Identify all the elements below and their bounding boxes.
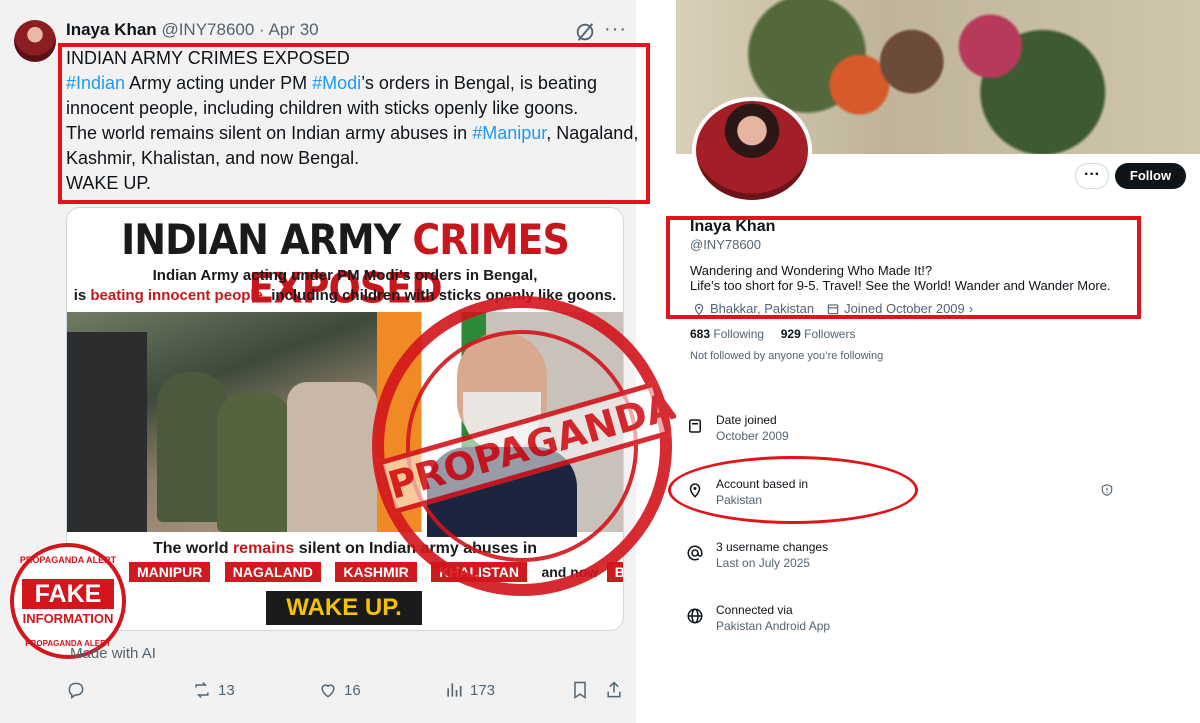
heart-icon	[321, 684, 335, 698]
globe-icon	[687, 608, 703, 624]
following-count: 683	[690, 327, 711, 341]
tweet-line-2: #Indian Army acting under PM #Modi’s ord…	[66, 73, 597, 94]
share-button[interactable]	[604, 680, 624, 700]
propaganda-stamp: PROPAGANDA	[372, 296, 681, 596]
tweet-line-3: innocent people, including children with…	[66, 98, 579, 118]
followers-label: Followers	[804, 327, 856, 341]
tweet-text-segment: ’s orders in Bengal, is beating	[361, 73, 597, 93]
tweet-text-segment: The world remains silent on Indian army …	[66, 123, 473, 143]
media-text-red: beating innocent people,	[90, 287, 268, 304]
media-subtitle-1: Indian Army acting under PM Modi’s order…	[152, 267, 538, 284]
follow-button[interactable]: Follow	[1115, 163, 1186, 189]
tweet-line-5: Kashmir, Khalistan, and now Bengal.	[66, 148, 360, 168]
grok-icon[interactable]	[574, 21, 596, 43]
about-label: Connected via	[716, 603, 793, 617]
followers-link[interactable]: 929 Followers	[781, 327, 856, 341]
tweet-author-handle[interactable]: @INY78600	[161, 20, 254, 39]
about-label: 3 username changes	[716, 540, 829, 554]
profile-name: Inaya Khan	[690, 218, 776, 235]
chevron-right-icon[interactable]: ›	[969, 301, 973, 316]
tweet-line-6: WAKE UP.	[66, 173, 152, 193]
following-label: Following	[713, 327, 765, 341]
media-text-red: remains	[232, 540, 295, 557]
tweet-text-segment: , Nagaland,	[546, 123, 639, 143]
tweet-author-name[interactable]: Inaya Khan	[66, 20, 157, 39]
follow-counts: 683 Following 929 Followers	[690, 327, 855, 341]
profile-bio-line-2: Life’s too short for 9-5. Travel! See th…	[690, 278, 1111, 293]
about-value: Pakistan Android App	[716, 619, 831, 633]
about-label: Date joined	[716, 413, 777, 427]
header-separator: ·	[259, 20, 265, 39]
following-link[interactable]: 683 Following	[690, 327, 764, 341]
profile-more-button[interactable]: ···	[1075, 163, 1109, 189]
retweet-button[interactable]: 13	[192, 680, 235, 700]
media-text-segment: The world	[152, 540, 233, 557]
about-value: Last on July 2025	[716, 556, 811, 570]
profile-joined: Joined October 2009	[844, 301, 965, 316]
profile-avatar[interactable]	[692, 97, 812, 204]
views-button[interactable]: 173	[444, 680, 495, 700]
hashtag-modi[interactable]: #Modi	[312, 73, 361, 93]
stamp-ring-top: PROPAGANDA ALERT	[19, 555, 117, 565]
stamp-information-word: INFORMATION	[22, 611, 114, 626]
about-value: October 2009	[716, 429, 789, 443]
tweet-text-segment: Army acting under PM	[125, 73, 313, 93]
shield-info-icon[interactable]	[1100, 483, 1114, 497]
fake-information-stamp: PROPAGANDA ALERT FAKE INFORMATION PROPAG…	[10, 543, 126, 659]
tweet-line-4: The world remains silent on Indian army …	[66, 123, 638, 144]
soldiers-photo	[67, 312, 377, 532]
account-location-highlight	[668, 456, 918, 524]
tweet-line-1: INDIAN ARMY CRIMES EXPOSED	[66, 48, 350, 68]
location-icon	[694, 303, 704, 315]
profile-bio-line-1: Wandering and Wondering Who Made It!?	[690, 263, 933, 278]
profile-location: Bhakkar, Pakistan	[710, 301, 815, 316]
made-with-ai-label[interactable]: Made with AI	[70, 645, 156, 662]
stamp-fake-word: FAKE	[22, 579, 114, 609]
profile-meta: Bhakkar, Pakistan Joined October 2009 ›	[692, 301, 973, 316]
retweet-icon	[195, 681, 209, 699]
region-tag: NAGALAND	[224, 562, 321, 582]
profile-handle: @INY78600	[690, 237, 762, 252]
crowd-figure	[287, 382, 377, 532]
bookmark-button[interactable]	[570, 680, 590, 700]
calendar-icon	[827, 303, 839, 314]
like-button[interactable]: 16	[318, 680, 361, 700]
hashtag-manipur[interactable]: #Manipur	[472, 123, 546, 143]
media-text-segment: is	[73, 287, 91, 304]
bookmark-icon	[574, 681, 586, 699]
hashtag-indian[interactable]: #Indian	[66, 73, 125, 93]
retweet-count: 13	[218, 681, 235, 699]
analytics-icon	[447, 683, 462, 697]
media-title-dark: INDIAN ARMY	[121, 215, 413, 264]
views-count: 173	[470, 681, 496, 699]
wake-up-banner: WAKE UP.	[266, 591, 422, 625]
followers-count: 929	[780, 327, 801, 341]
soldier-figure	[217, 392, 292, 532]
at-sign-icon	[687, 545, 703, 561]
like-count: 16	[344, 681, 361, 699]
tweet-header: Inaya Khan @INY78600 · Apr 30	[66, 20, 319, 40]
share-icon	[607, 681, 621, 698]
reply-icon	[68, 682, 84, 699]
tweet-author-avatar[interactable]	[14, 20, 56, 62]
tweet-date[interactable]: Apr 30	[269, 20, 319, 39]
reply-button[interactable]	[66, 680, 86, 700]
calendar-icon	[689, 419, 701, 433]
not-followed-note: Not followed by anyone you’re following	[690, 350, 884, 362]
region-tag: MANIPUR	[129, 562, 211, 582]
tweet-more-icon[interactable]: ···	[604, 18, 627, 41]
vehicle-shape	[67, 332, 147, 532]
region-tag: KASHMIR	[335, 562, 417, 582]
